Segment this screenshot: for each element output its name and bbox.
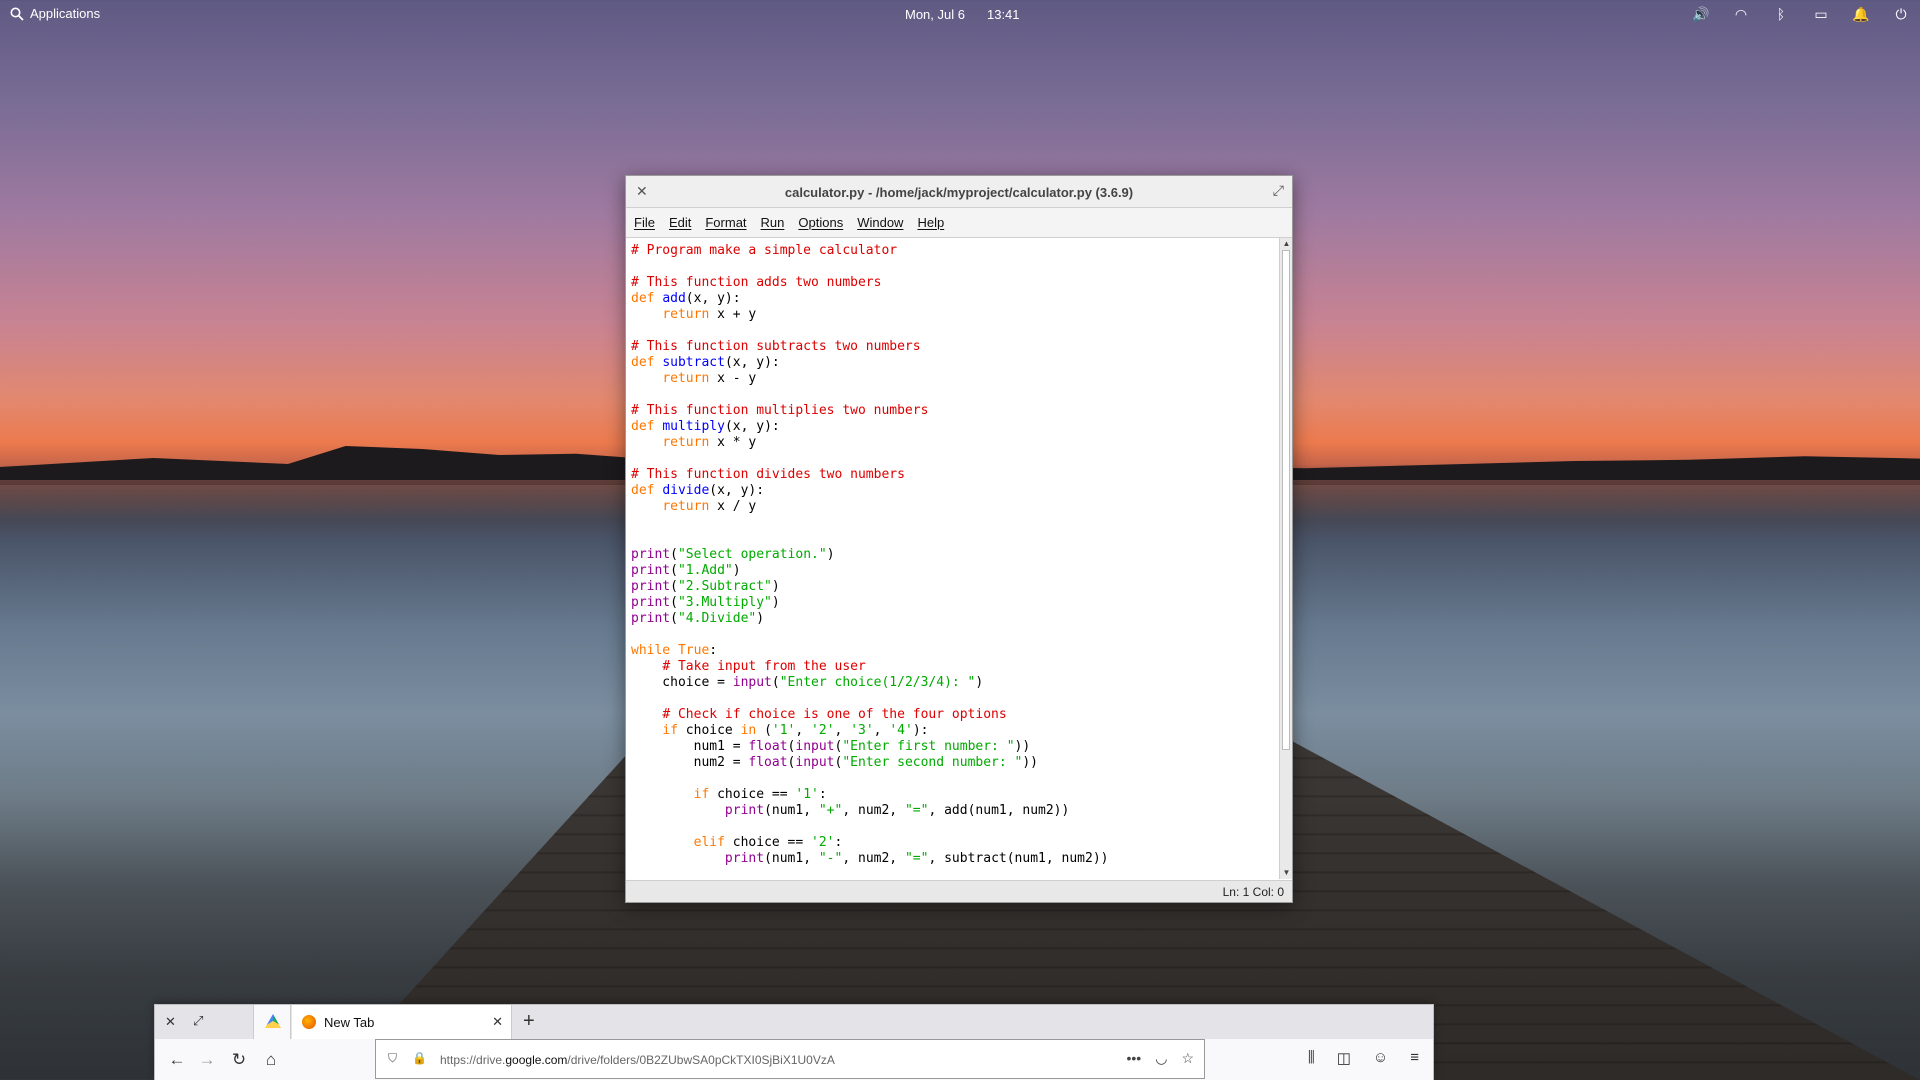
code-editor[interactable]: # Program make a simple calculator # Thi… bbox=[626, 238, 1280, 879]
maximize-icon[interactable]: ⤢ bbox=[1273, 182, 1284, 199]
power-icon[interactable]: ⏻ bbox=[1892, 5, 1910, 23]
vertical-scrollbar[interactable]: ▲ ▼ bbox=[1279, 238, 1292, 879]
firefox-window: ✕ ⤢ New Tab ✕ + ← → ↻ ⌂ ⛉ 🔒 https://driv… bbox=[154, 1004, 1434, 1080]
menu-edit[interactable]: Edit bbox=[669, 215, 691, 230]
menu-run[interactable]: Run bbox=[761, 215, 785, 230]
menu-window[interactable]: Window bbox=[857, 215, 903, 230]
url-text: https://drive.google.com/drive/folders/0… bbox=[440, 1053, 835, 1067]
scrollbar-thumb[interactable] bbox=[1282, 250, 1290, 750]
window-titlebar[interactable]: ✕ calculator.py - /home/jack/myproject/c… bbox=[626, 176, 1292, 208]
idle-editor-window: ✕ calculator.py - /home/jack/myproject/c… bbox=[625, 175, 1293, 903]
reload-icon[interactable]: ↻ bbox=[227, 1048, 251, 1072]
home-icon[interactable]: ⌂ bbox=[259, 1048, 283, 1072]
time-label: 13:41 bbox=[986, 7, 1020, 22]
system-tray: 🔊 ◠ ᛒ ▭ 🔔 ⏻ bbox=[1692, 5, 1910, 23]
sidebar-icon[interactable]: ◫ bbox=[1337, 1049, 1351, 1067]
tab-strip: ✕ ⤢ New Tab ✕ + bbox=[155, 1005, 1433, 1039]
wifi-icon[interactable]: ◠ bbox=[1732, 5, 1750, 23]
scroll-up-icon[interactable]: ▲ bbox=[1281, 239, 1292, 249]
tab-label: New Tab bbox=[324, 1015, 375, 1030]
lock-icon[interactable]: 🔒 bbox=[412, 1051, 427, 1065]
scroll-down-icon[interactable]: ▼ bbox=[1281, 868, 1292, 878]
menu-help[interactable]: Help bbox=[917, 215, 944, 230]
applications-menu[interactable]: Applications bbox=[10, 6, 100, 21]
forward-icon[interactable]: → bbox=[195, 1048, 219, 1072]
navigation-bar: ← → ↻ ⌂ ⛉ 🔒 https://drive.google.com/dri… bbox=[155, 1039, 1433, 1080]
google-drive-icon bbox=[265, 1014, 281, 1028]
volume-icon[interactable]: 🔊 bbox=[1692, 5, 1710, 23]
code-text: # Program make a simple calculator # Thi… bbox=[631, 243, 1109, 866]
search-icon bbox=[10, 7, 24, 21]
bookmark-star-icon[interactable]: ☆ bbox=[1181, 1050, 1194, 1067]
tab-close-icon[interactable]: ✕ bbox=[492, 1014, 503, 1030]
back-icon[interactable]: ← bbox=[165, 1048, 189, 1072]
window-title: calculator.py - /home/jack/myproject/cal… bbox=[784, 185, 1134, 200]
clock[interactable]: Mon, Jul 6 13:41 bbox=[905, 7, 1020, 22]
new-tab-button[interactable]: + bbox=[523, 1010, 535, 1033]
shield-icon[interactable]: ⛉ bbox=[388, 1051, 397, 1066]
menu-bar: File Edit Format Run Options Window Help bbox=[626, 208, 1292, 238]
url-bar[interactable]: ⛉ 🔒 https://drive.google.com/drive/folde… bbox=[375, 1039, 1205, 1079]
window-maximize-icon[interactable]: ⤢ bbox=[193, 1013, 203, 1029]
pinned-tab-google-drive[interactable] bbox=[253, 1005, 291, 1039]
more-actions-icon[interactable]: ••• bbox=[1127, 1050, 1142, 1067]
date-label: Mon, Jul 6 bbox=[905, 7, 965, 22]
notification-icon[interactable]: 🔔 bbox=[1852, 5, 1870, 23]
menu-icon[interactable]: ≡ bbox=[1410, 1049, 1419, 1067]
battery-icon[interactable]: ▭ bbox=[1812, 5, 1830, 23]
bluetooth-icon[interactable]: ᛒ bbox=[1772, 5, 1790, 23]
window-close-icon[interactable]: ✕ bbox=[165, 1014, 176, 1030]
status-bar: Ln: 1 Col: 0 bbox=[626, 880, 1292, 902]
account-icon[interactable]: ☺ bbox=[1373, 1049, 1388, 1067]
top-panel: Applications Mon, Jul 6 13:41 🔊 ◠ ᛒ ▭ 🔔 … bbox=[0, 0, 1920, 28]
pocket-icon[interactable]: ◡ bbox=[1155, 1050, 1167, 1067]
firefox-icon bbox=[302, 1015, 316, 1029]
tab-new-tab[interactable]: New Tab ✕ bbox=[292, 1005, 512, 1039]
applications-label: Applications bbox=[30, 6, 101, 21]
menu-file[interactable]: File bbox=[634, 215, 655, 230]
library-icon[interactable]: ⫼ bbox=[1308, 1049, 1315, 1067]
menu-format[interactable]: Format bbox=[705, 215, 746, 230]
cursor-position: Ln: 1 Col: 0 bbox=[1222, 885, 1284, 899]
menu-options[interactable]: Options bbox=[798, 215, 843, 230]
